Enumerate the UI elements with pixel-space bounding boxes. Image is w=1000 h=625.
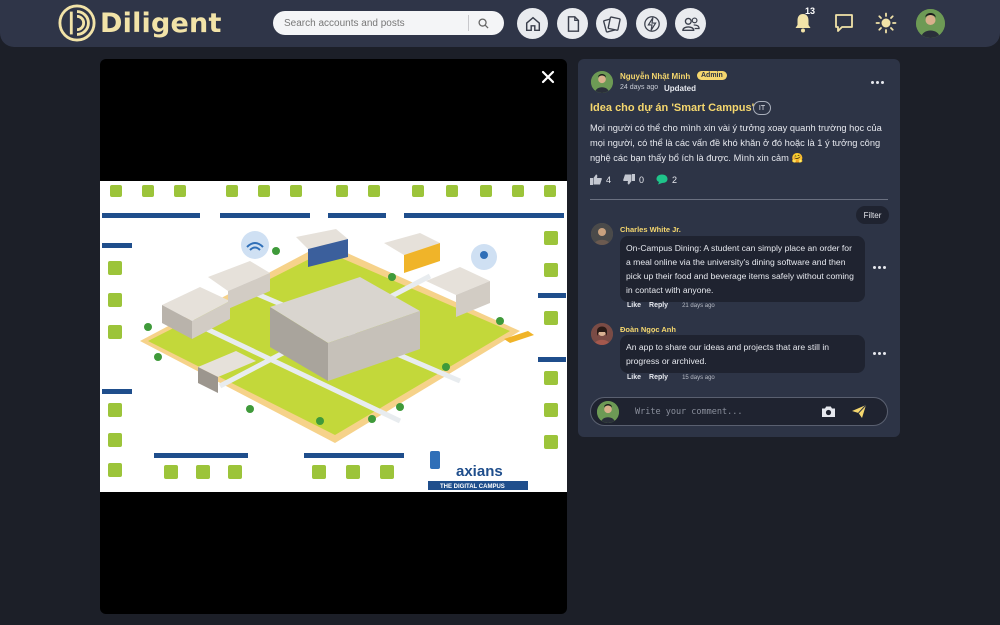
search-input[interactable]: [273, 12, 468, 34]
comment-actions: Like Reply 15 days ago: [627, 374, 715, 381]
nav-activity-button[interactable]: [636, 8, 667, 39]
top-navigation-bar: Diligent 13: [0, 0, 1000, 47]
comment-like-button[interactable]: Like: [627, 374, 641, 381]
comments-button[interactable]: 2: [656, 174, 677, 185]
comment-composer: [590, 397, 888, 426]
document-icon: [567, 15, 579, 32]
nav-cards-button[interactable]: [596, 8, 627, 39]
users-icon: [681, 16, 700, 31]
attach-photo-button[interactable]: [821, 405, 836, 423]
avatar-photo-icon: [597, 401, 619, 423]
comment-reply-button[interactable]: Reply: [649, 302, 668, 309]
app-name: Diligent: [100, 7, 222, 39]
user-avatar[interactable]: [916, 9, 945, 38]
post-card: Nguyễn Nhật Minh Admin 24 days ago Updat…: [578, 59, 900, 437]
chat-icon: [835, 14, 853, 32]
avatar-photo-icon: [591, 71, 613, 93]
post-divider: [590, 199, 888, 200]
logo-mark-icon: [58, 4, 96, 42]
post-timestamp: 24 days ago: [620, 84, 659, 91]
post-reactions: 4 0 2: [590, 174, 689, 185]
comment-text: An app to share our ideas and projects t…: [620, 335, 865, 373]
comment-like-button[interactable]: Like: [627, 302, 641, 309]
comment-timestamp: 21 days ago: [682, 303, 715, 309]
post-updated-label: Updated: [664, 84, 696, 93]
comment-bubble-icon: [656, 174, 668, 185]
cards-icon: [602, 15, 621, 33]
smart-campus-illustration: axians THE DIGITAL CAMPUS: [100, 181, 567, 492]
campus-image: axians THE DIGITAL CAMPUS: [100, 181, 567, 492]
dislike-button[interactable]: 0: [623, 174, 644, 185]
comment-options-button[interactable]: [871, 262, 887, 272]
comment-reply-button[interactable]: Reply: [649, 374, 668, 381]
avatar-photo-icon: [916, 9, 945, 38]
home-icon: [525, 16, 540, 31]
nav-users-button[interactable]: [675, 8, 706, 39]
messages-button[interactable]: [831, 10, 857, 36]
thumbs-up-icon: [590, 174, 602, 185]
comment-text: On-Campus Dining: A student can simply p…: [620, 236, 865, 302]
search-bar: [273, 11, 504, 35]
comment-author-avatar[interactable]: [591, 223, 613, 245]
svg-text:axians: axians: [456, 463, 503, 480]
admin-badge: Admin: [697, 71, 727, 80]
composer-avatar: [597, 401, 619, 423]
theme-toggle-button[interactable]: [873, 10, 899, 36]
comment-author-avatar[interactable]: [591, 323, 613, 345]
comment-options-button[interactable]: [871, 348, 887, 358]
post-body: Mọi người có thể cho mình xin vài ý tưởn…: [590, 123, 882, 163]
post-tag[interactable]: IT: [753, 101, 771, 115]
notification-count-badge: 13: [805, 6, 816, 16]
svg-text:THE DIGITAL CAMPUS: THE DIGITAL CAMPUS: [440, 484, 505, 490]
sun-icon: [875, 12, 897, 34]
avatar-photo-icon: [591, 223, 613, 245]
thumbs-down-icon: [623, 174, 636, 185]
dislike-count: 0: [639, 174, 645, 185]
avatar-photo-icon: [591, 323, 613, 345]
like-button[interactable]: 4: [590, 174, 611, 185]
comment-timestamp: 15 days ago: [682, 375, 715, 381]
post-title: Idea cho dự án 'Smart Campus': [590, 102, 755, 114]
image-viewer: axians THE DIGITAL CAMPUS: [100, 59, 567, 614]
camera-icon: [822, 406, 835, 417]
nav-documents-button[interactable]: [557, 8, 588, 39]
comment-author-name[interactable]: Đoàn Ngọc Anh: [620, 325, 676, 334]
post-author-name[interactable]: Nguyễn Nhật Minh: [620, 72, 690, 81]
post-author-avatar[interactable]: [591, 71, 613, 93]
lightning-icon: [643, 15, 660, 32]
app-logo[interactable]: Diligent: [58, 4, 222, 42]
comment-actions: Like Reply 21 days ago: [627, 302, 715, 309]
close-icon: [541, 70, 555, 84]
comment-count: 2: [672, 174, 678, 185]
comment-author-name[interactable]: Charles White Jr.: [620, 225, 681, 234]
comment-input[interactable]: [635, 404, 815, 420]
like-count: 4: [606, 174, 612, 185]
post-options-button[interactable]: [869, 77, 885, 87]
filter-button[interactable]: Filter: [856, 206, 889, 224]
send-comment-button[interactable]: [851, 404, 867, 424]
nav-home-button[interactable]: [517, 8, 548, 39]
search-icon[interactable]: [469, 11, 497, 35]
close-viewer-button[interactable]: [539, 68, 557, 86]
send-icon: [852, 404, 867, 418]
